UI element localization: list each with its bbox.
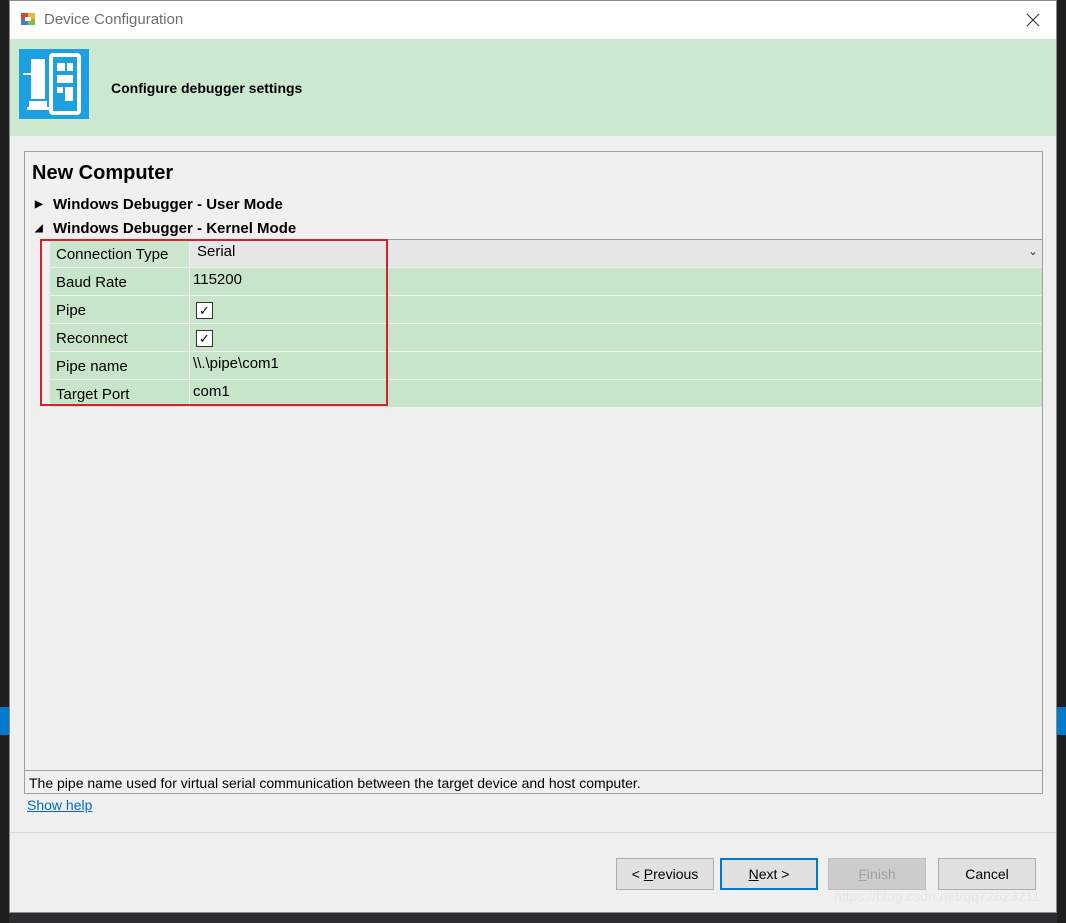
property-row-target-port: Target Port com1 <box>40 380 1042 408</box>
chevron-down-icon[interactable]: ⌄ <box>1028 244 1038 258</box>
checkmark-icon: ✓ <box>199 331 210 346</box>
property-row-baud-rate: Baud Rate 115200 <box>40 268 1042 296</box>
property-row-pipe: Pipe ✓ <box>40 296 1042 324</box>
expand-triangle-icon: ▶ <box>35 199 43 210</box>
pipe-checkbox[interactable]: ✓ <box>196 302 213 319</box>
background-ide-left <box>0 0 9 923</box>
app-icon <box>20 11 36 27</box>
show-help-link[interactable]: Show help <box>27 797 92 813</box>
header-title: Configure debugger settings <box>111 80 303 96</box>
reconnect-checkbox[interactable]: ✓ <box>196 330 213 347</box>
background-ide-right <box>1057 0 1066 923</box>
background-ide-tab-right <box>1057 707 1066 735</box>
window-title: Device Configuration <box>44 11 184 28</box>
property-grid: Connection Type Serial ⌄ Baud Rate 11520… <box>40 239 1042 408</box>
pipe-name-field[interactable]: \\.\pipe\com1 <box>190 352 1042 379</box>
settings-panel: New Computer ▶ Windows Debugger - User M… <box>24 151 1043 794</box>
connection-type-dropdown[interactable]: Serial ⌄ <box>190 240 1042 267</box>
next-label-rest: ext > <box>758 866 790 882</box>
finish-button[interactable]: Finish <box>828 858 926 890</box>
property-label: Baud Rate <box>50 268 190 295</box>
reconnect-value-cell: ✓ <box>190 324 1042 351</box>
property-label: Connection Type <box>50 240 190 267</box>
close-button[interactable] <box>1010 1 1056 39</box>
previous-label-rest: revious <box>653 866 699 882</box>
watermark-text: https://blog.csdn.net/qq72623211 <box>833 888 1040 904</box>
device-devices-icon <box>19 49 89 119</box>
panel-title: New Computer <box>32 162 174 184</box>
previous-mnemonic: P <box>643 866 654 882</box>
collapse-triangle-icon: ◢ <box>35 223 43 234</box>
pipe-value-cell: ✓ <box>190 296 1042 323</box>
next-mnemonic: N <box>748 866 759 882</box>
section-user-mode[interactable]: ▶ Windows Debugger - User Mode <box>35 196 283 213</box>
property-label: Reconnect <box>50 324 190 351</box>
cancel-button[interactable]: Cancel <box>938 858 1036 890</box>
background-ide-tab-left <box>0 707 9 735</box>
previous-button[interactable]: < Previous <box>616 858 714 890</box>
section-label: Windows Debugger - User Mode <box>53 196 283 213</box>
target-port-field[interactable]: com1 <box>190 380 1042 407</box>
close-icon <box>1026 13 1040 27</box>
property-label: Target Port <box>50 380 190 407</box>
footer-separator <box>10 832 1056 833</box>
property-row-connection-type: Connection Type Serial ⌄ <box>40 240 1042 268</box>
property-label: Pipe <box>50 296 190 323</box>
finish-label-rest: inish <box>866 866 896 882</box>
property-description: The pipe name used for virtual serial co… <box>25 770 1042 792</box>
section-label: Windows Debugger - Kernel Mode <box>53 220 297 237</box>
property-label: Pipe name <box>50 352 190 379</box>
checkmark-icon: ✓ <box>199 303 210 318</box>
section-kernel-mode[interactable]: ◢ Windows Debugger - Kernel Mode <box>35 220 296 237</box>
finish-mnemonic: F <box>858 866 867 882</box>
previous-prefix: < <box>631 866 644 882</box>
dropdown-value: Serial <box>197 243 236 260</box>
property-row-pipe-name: Pipe name \\.\pipe\com1 <box>40 352 1042 380</box>
baud-rate-field[interactable]: 115200 <box>190 268 1042 295</box>
property-row-reconnect: Reconnect ✓ <box>40 324 1042 352</box>
wizard-header: Configure debugger settings <box>10 39 1056 136</box>
next-button[interactable]: Next > <box>720 858 818 890</box>
device-configuration-dialog: Device Configuration Configure debugger … <box>9 0 1057 913</box>
title-bar: Device Configuration <box>10 1 1056 39</box>
